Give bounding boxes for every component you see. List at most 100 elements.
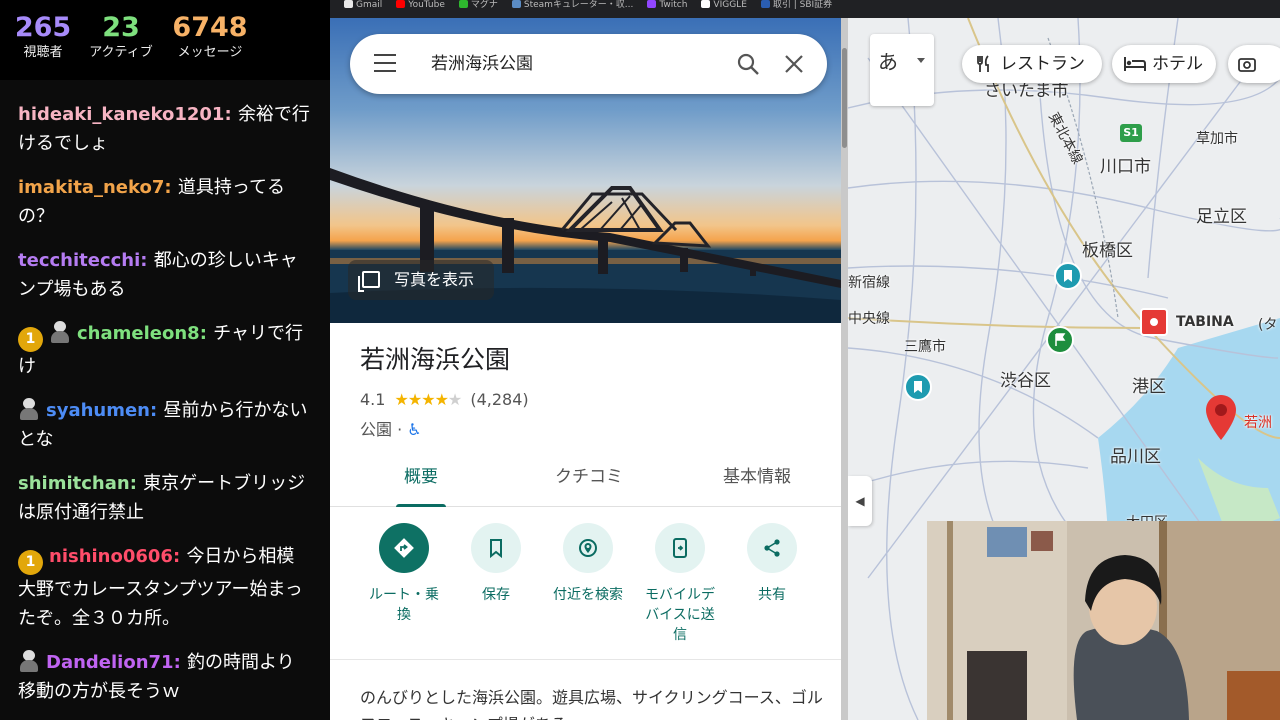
hotel-icon [1124,57,1146,71]
nearby-search-label: 付近を検索 [553,587,623,603]
bookmark-item[interactable]: Steamキュレーター・収... [511,0,633,10]
hotel-chip[interactable]: ホテル [1112,45,1216,83]
panel-scrollbar[interactable] [841,18,848,720]
tab-overview[interactable]: 概要 [396,450,446,507]
saved-place-pin-icon[interactable] [1053,261,1083,291]
review-count[interactable]: (4,284) [470,390,528,409]
map-label-souka: 草加市 [1196,131,1238,147]
nearby-search-button[interactable]: 付近を検索 [542,523,634,605]
bookmark-item[interactable]: マグナ [458,0,498,10]
chevron-down-icon [917,58,925,63]
chat-message: tecchitecchi: 都心の珍しいキャンプ場もある [18,246,310,304]
message-count-value: 6748 [172,12,248,43]
chat-message: imakita_neko7: 道具持ってるの？ [18,173,310,231]
directions-label: ルート・乗 換 [369,587,439,623]
chat-username[interactable]: shimitchan [18,473,130,494]
chat-message: shimitchan: 東京ゲートブリッジは原付通行禁止 [18,469,310,527]
bookmark-item[interactable]: Gmail [344,0,382,10]
search-icon[interactable] [736,52,760,76]
saved-place-pin-icon[interactable] [903,372,933,402]
rating-row[interactable]: 4.1 ★★★★★ (4,284) [360,390,529,409]
map-label-mitaka: 三鷹市 [904,339,946,355]
bookmark-item[interactable]: VIGGLE [701,0,747,10]
bookmark-favicon-icon [647,0,657,8]
active-count-label: アクティブ [89,45,153,60]
nearby-search-icon [579,539,597,557]
close-icon[interactable] [782,52,806,76]
map-label-kawaguchi: 川口市 [1100,157,1151,177]
chat-separator: : [129,473,144,494]
section-divider [330,659,841,660]
bookmark-label: VIGGLE [713,0,747,10]
place-tabs: 概要 クチコミ 基本情報 [330,450,841,507]
rating-stars: ★★★★★ [394,390,463,409]
viewer-count-label: 視聴者 [23,45,63,60]
chat-message: 1 nishino0606: 今日から相模大野でカレースタンプツアー始まったぞ。全… [18,542,310,633]
place-description: のんびりとした海浜公園。遊具広場、サイクリングコース、ゴルフコース、キャンプ場が… [360,688,823,720]
bookmark-favicon-icon [458,0,468,8]
viewer-count: 265 視聴者 [14,12,72,62]
chat-username[interactable]: nishino0606 [49,546,173,567]
rating-value: 4.1 [360,390,386,409]
chat-username[interactable]: hideaki_kaneko1201 [18,104,224,125]
active-count-value: 23 [102,12,140,43]
chat-message: syahumen: 昼前から行かないとな [18,396,310,454]
place-marker-icon[interactable] [1204,394,1238,442]
save-button[interactable]: 保存 [450,523,542,605]
bookmark-item[interactable]: YouTube [396,0,445,10]
chat-separator: : [140,250,154,271]
chat-username[interactable]: chameleon8 [77,323,200,344]
camera-icon [1238,58,1256,72]
chat-username[interactable]: Dandelion71 [46,652,174,673]
bookmark-favicon-icon [701,0,711,8]
bookmark-icon [490,539,502,559]
chat-separator: : [150,400,164,421]
search-input[interactable]: 若洲海浜公園 [431,34,533,94]
share-button[interactable]: 共有 [726,523,818,605]
bookmark-item[interactable]: 取引 | SBI証券 [760,0,833,10]
bookmark-label: 取引 | SBI証券 [772,0,833,10]
route-s1-shield: S1 [1120,124,1142,142]
chat-message: 1 chameleon8: チャリで行け [18,319,310,381]
menu-icon[interactable] [374,54,396,72]
chat-username[interactable]: tecchitecchi [18,250,140,271]
tab-reviews[interactable]: クチコミ [544,450,634,507]
send-to-phone-icon [673,538,687,558]
show-photos-button[interactable]: 写真を表示 [348,260,494,300]
map-label-tabina: TABINA [1176,314,1234,330]
directions-button[interactable]: ルート・乗 換 [358,523,450,625]
bookmark-favicon-icon [760,0,770,8]
tab-about[interactable]: 基本情報 [712,450,802,507]
chat-username[interactable]: syahumen [46,400,150,421]
flag-pin-icon[interactable] [1045,325,1075,355]
map-label-shinjuku-line: 新宿線 [848,275,890,291]
hotel-chip-label: ホテル [1152,54,1203,74]
send-to-phone-button[interactable]: モバイルデ バイスに送 信 [634,523,726,645]
chat-overlay: 265 視聴者 23 アクティブ 6748 メッセージ hideaki_kane… [0,0,330,720]
hotel-pin-icon[interactable] [1140,308,1168,336]
webcam-feed [927,521,1280,720]
wheelchair-icon: ♿ [407,420,422,439]
viewer-count-value: 265 [14,12,72,43]
chat-username[interactable]: imakita_neko7 [18,177,164,198]
chat-separator: : [199,323,214,344]
photo-library-icon [358,271,380,292]
bookmark-label: Twitch [659,0,688,10]
collapse-panel-button[interactable]: ◀ [848,476,872,526]
restaurant-chip[interactable]: レストラン [962,45,1102,83]
language-button[interactable]: あ [870,34,934,106]
search-box[interactable]: 若洲海浜公園 [350,34,827,94]
share-label: 共有 [758,587,786,603]
active-count: 23 アクティブ [80,12,162,62]
bookmark-item[interactable]: Twitch [647,0,687,10]
share-icon [764,539,780,557]
map-label-itabashi: 板橋区 [1082,241,1133,261]
webcam-image [927,521,1280,720]
map-label-shinagawa: 品川区 [1110,447,1161,467]
place-panel: 写真を表示 若洲海浜公園 若洲海浜公園 4.1 ★★★★★ (4,284) 公園… [330,18,841,720]
things-to-do-chip[interactable] [1228,45,1280,83]
bookmark-favicon-icon [344,0,353,8]
place-category: 公園 [360,420,393,439]
map-label-tabina-cut: (タ [1258,317,1278,333]
user-avatar-icon [18,397,40,421]
